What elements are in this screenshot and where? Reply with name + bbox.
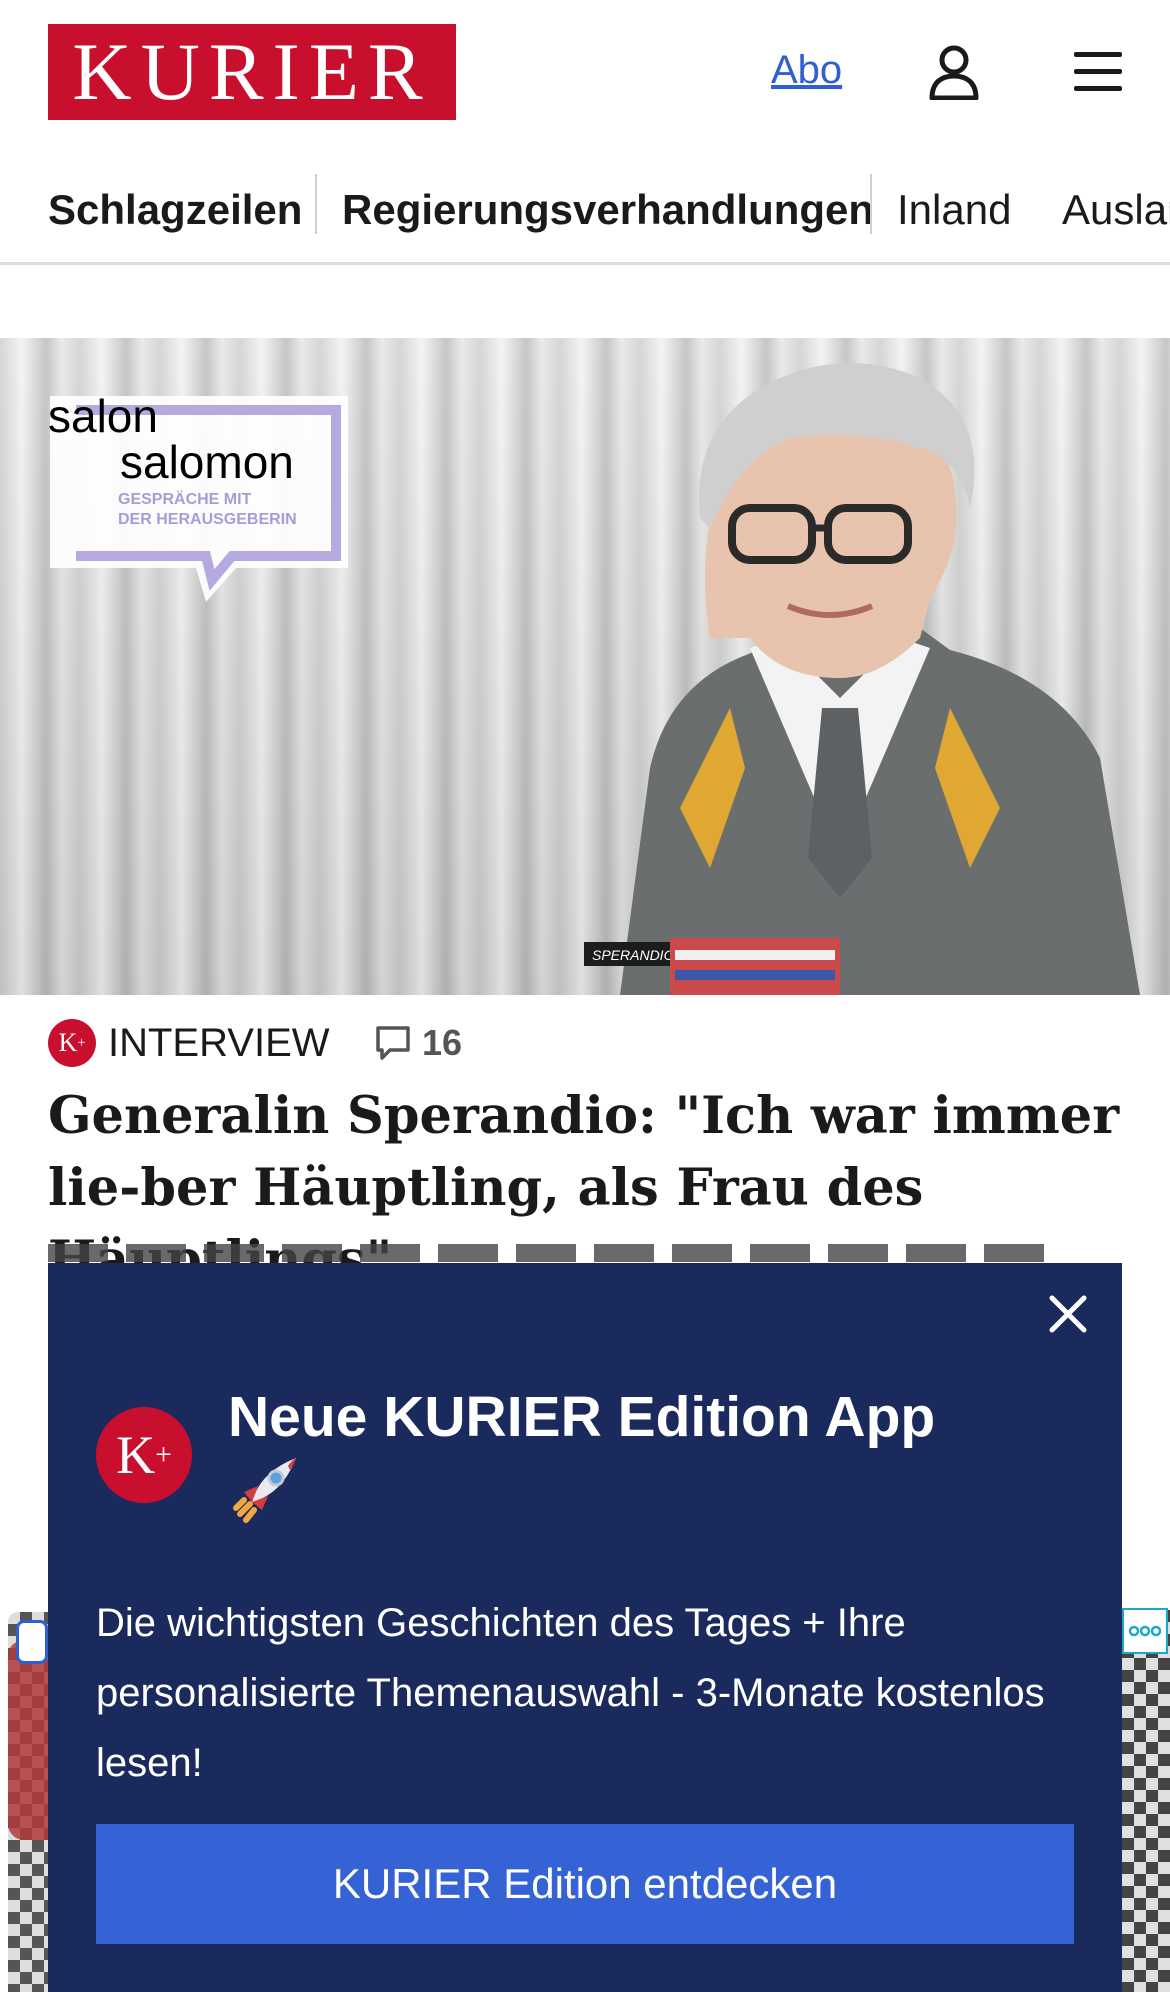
salon-logo-sub1: GESPRÄCHE MIT xyxy=(118,490,252,508)
site-header: KURIER Abo xyxy=(0,0,1170,150)
hamburger-menu-icon[interactable] xyxy=(1072,50,1124,94)
section-nav: Schlagzeilen Regierungsverhandlungen Inl… xyxy=(0,164,1170,264)
nav-item-schlagzeilen[interactable]: Schlagzeilen xyxy=(48,180,302,240)
article-teaser-peek xyxy=(48,1244,1048,1262)
ad-location-icon xyxy=(16,1620,48,1664)
discover-edition-button[interactable]: KURIER Edition entdecken xyxy=(96,1824,1074,1944)
user-icon[interactable] xyxy=(928,44,980,100)
nav-item-inland[interactable]: Inland xyxy=(897,180,1011,240)
nav-underline xyxy=(0,262,1170,265)
salon-logo-sub2: DER HERAUSGEBERIN xyxy=(118,511,297,528)
uniform-name-tag: SPERANDIO xyxy=(592,947,675,963)
comment-count[interactable]: 16 xyxy=(422,1018,462,1068)
abo-link[interactable]: Abo xyxy=(771,48,842,93)
comment-icon[interactable] xyxy=(374,1024,412,1062)
kurier-logo[interactable]: KURIER xyxy=(48,24,456,120)
salon-salomon-logo: salon salomon GESPRÄCHE MIT DER HERAUSGE… xyxy=(48,392,348,602)
ad-dots-icon xyxy=(1128,1625,1162,1637)
nav-divider xyxy=(870,174,872,234)
kurier-plus-app-icon: K + xyxy=(96,1407,192,1503)
portrait-figure: SPERANDIO xyxy=(584,363,1140,995)
ad-options-icon[interactable] xyxy=(1122,1608,1168,1654)
nav-item-ausland[interactable]: Ausland xyxy=(1062,180,1170,240)
salon-logo-line2: salomon xyxy=(120,436,294,488)
salon-logo-line1: salon xyxy=(48,392,158,442)
modal-description: Die wichtigsten Geschichten des Tages + … xyxy=(96,1601,1045,1785)
ad-car-image xyxy=(8,1640,48,1840)
nav-divider xyxy=(315,174,317,234)
kurier-plus-badge: K + xyxy=(48,1019,96,1067)
nav-item-regierungsverhandlungen[interactable]: Regierungsverhandlungen xyxy=(342,180,874,240)
article-category-tag[interactable]: INTERVIEW xyxy=(108,1016,330,1070)
rocket-icon xyxy=(233,1458,296,1523)
article-hero-image[interactable]: salon salomon GESPRÄCHE MIT DER HERAUSGE… xyxy=(0,338,1170,995)
close-icon[interactable] xyxy=(1046,1292,1090,1336)
ad-banner-right-edge[interactable] xyxy=(1122,1610,1170,1992)
modal-title: Neue KURIER Edition App xyxy=(228,1385,936,1449)
